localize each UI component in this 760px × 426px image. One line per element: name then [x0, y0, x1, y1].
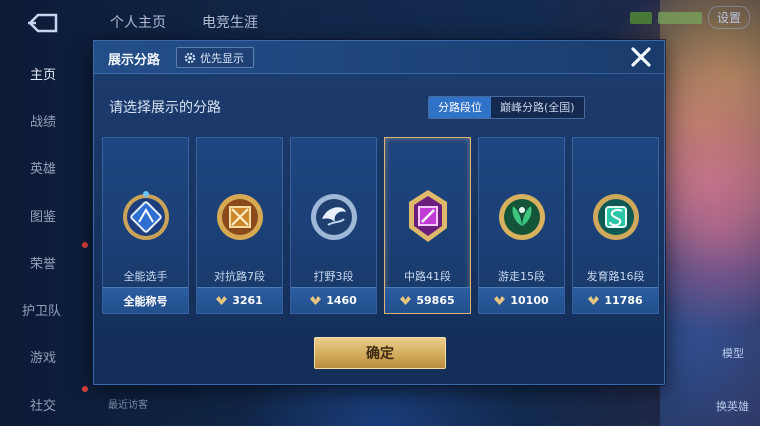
priority-display-label: 优先显示	[200, 51, 244, 65]
card-foot: 3261	[197, 287, 282, 313]
card-foot-text: 11786	[604, 294, 643, 307]
card-label: 对抗路7段	[214, 270, 265, 283]
tab-profile[interactable]: 个人主页	[110, 12, 166, 32]
jungle-badge-icon	[311, 194, 357, 240]
back-icon[interactable]	[26, 12, 60, 34]
dialog-subtitle: 请选择展示的分路	[109, 100, 221, 116]
nav-item-honor[interactable]: 荣誉	[0, 253, 92, 272]
lane-card-jungle[interactable]: 打野3段 1460	[290, 137, 377, 314]
card-label: 全能选手	[123, 270, 168, 283]
lane-card-mid[interactable]: 中路41段 59865	[384, 137, 471, 314]
status-area: 设置	[629, 6, 750, 29]
battery-icon	[657, 11, 702, 24]
nav-item-record[interactable]: 战绩	[0, 111, 92, 130]
wifi-icon	[629, 11, 652, 24]
nav-item-collection[interactable]: 图鉴	[0, 206, 92, 225]
model-label[interactable]: 模型	[722, 345, 744, 361]
left-nav: 主页 战绩 英雄 图鉴 荣誉 护卫队 游戏 社交	[0, 0, 92, 426]
dialog-header: 展示分路 优先显示	[94, 41, 664, 74]
card-foot-text: 3261	[232, 294, 263, 307]
score-icon	[310, 296, 322, 305]
lane-display-dialog: 展示分路 优先显示 请选择展示的分路 分路段位 巅峰分路(全国) 全能选手 全能…	[93, 40, 665, 385]
card-foot: 1460	[291, 287, 376, 313]
score-icon	[588, 296, 600, 305]
close-icon[interactable]	[628, 44, 654, 70]
confirm-button[interactable]: 确定	[314, 337, 446, 369]
lane-card-clash[interactable]: 对抗路7段 3261	[196, 137, 283, 314]
card-label: 发育路16段	[586, 270, 645, 283]
nav-item-heroes[interactable]: 英雄	[0, 158, 92, 177]
card-label: 中路41段	[404, 270, 451, 283]
priority-display-button[interactable]: 优先显示	[176, 47, 254, 68]
mid-lane-badge-icon	[409, 190, 447, 242]
dialog-title: 展示分路	[108, 53, 161, 68]
score-icon	[494, 296, 506, 305]
card-foot-text: 59865	[416, 294, 455, 307]
farm-lane-badge-icon	[593, 194, 639, 240]
card-foot: 11786	[573, 287, 658, 313]
card-foot: 全能称号	[103, 287, 188, 313]
change-hero-label[interactable]: 换英雄	[716, 398, 749, 414]
lane-card-roam[interactable]: 游走15段 10100	[478, 137, 565, 314]
score-icon	[216, 296, 228, 305]
toggle-lane-rank[interactable]: 分路段位	[429, 97, 491, 118]
card-foot: 10100	[479, 287, 564, 313]
nav-item-social[interactable]: 社交	[0, 395, 92, 414]
roam-badge-icon	[499, 194, 545, 240]
card-foot: 59865	[385, 287, 470, 313]
card-label: 游走15段	[498, 270, 545, 283]
lane-card-all-round[interactable]: 全能选手 全能称号	[102, 137, 189, 314]
nav-item-home[interactable]: 主页	[0, 64, 92, 83]
all-round-badge-icon	[123, 191, 169, 240]
settings-button[interactable]: 设置	[707, 6, 750, 29]
hero-art	[660, 0, 760, 426]
card-foot-text: 1460	[326, 294, 357, 307]
lane-mode-toggle: 分路段位 巅峰分路(全国)	[428, 96, 585, 119]
lane-card-farm[interactable]: 发育路16段 11786	[572, 137, 659, 314]
nav-item-guard-team[interactable]: 护卫队	[0, 300, 92, 319]
tab-esports-career[interactable]: 电竞生涯	[202, 12, 258, 32]
score-icon	[400, 296, 412, 305]
notification-dot	[82, 386, 88, 392]
card-foot-text: 全能称号	[123, 294, 168, 308]
toggle-peak-lane[interactable]: 巅峰分路(全国)	[491, 97, 584, 118]
notification-dot	[82, 242, 88, 248]
card-foot-text: 10100	[510, 294, 549, 307]
nav-item-games[interactable]: 游戏	[0, 347, 92, 366]
gear-icon	[184, 52, 196, 64]
clash-lane-badge-icon	[217, 194, 263, 240]
card-label: 打野3段	[313, 270, 354, 283]
recent-visitors[interactable]: 最近访客	[108, 396, 148, 411]
